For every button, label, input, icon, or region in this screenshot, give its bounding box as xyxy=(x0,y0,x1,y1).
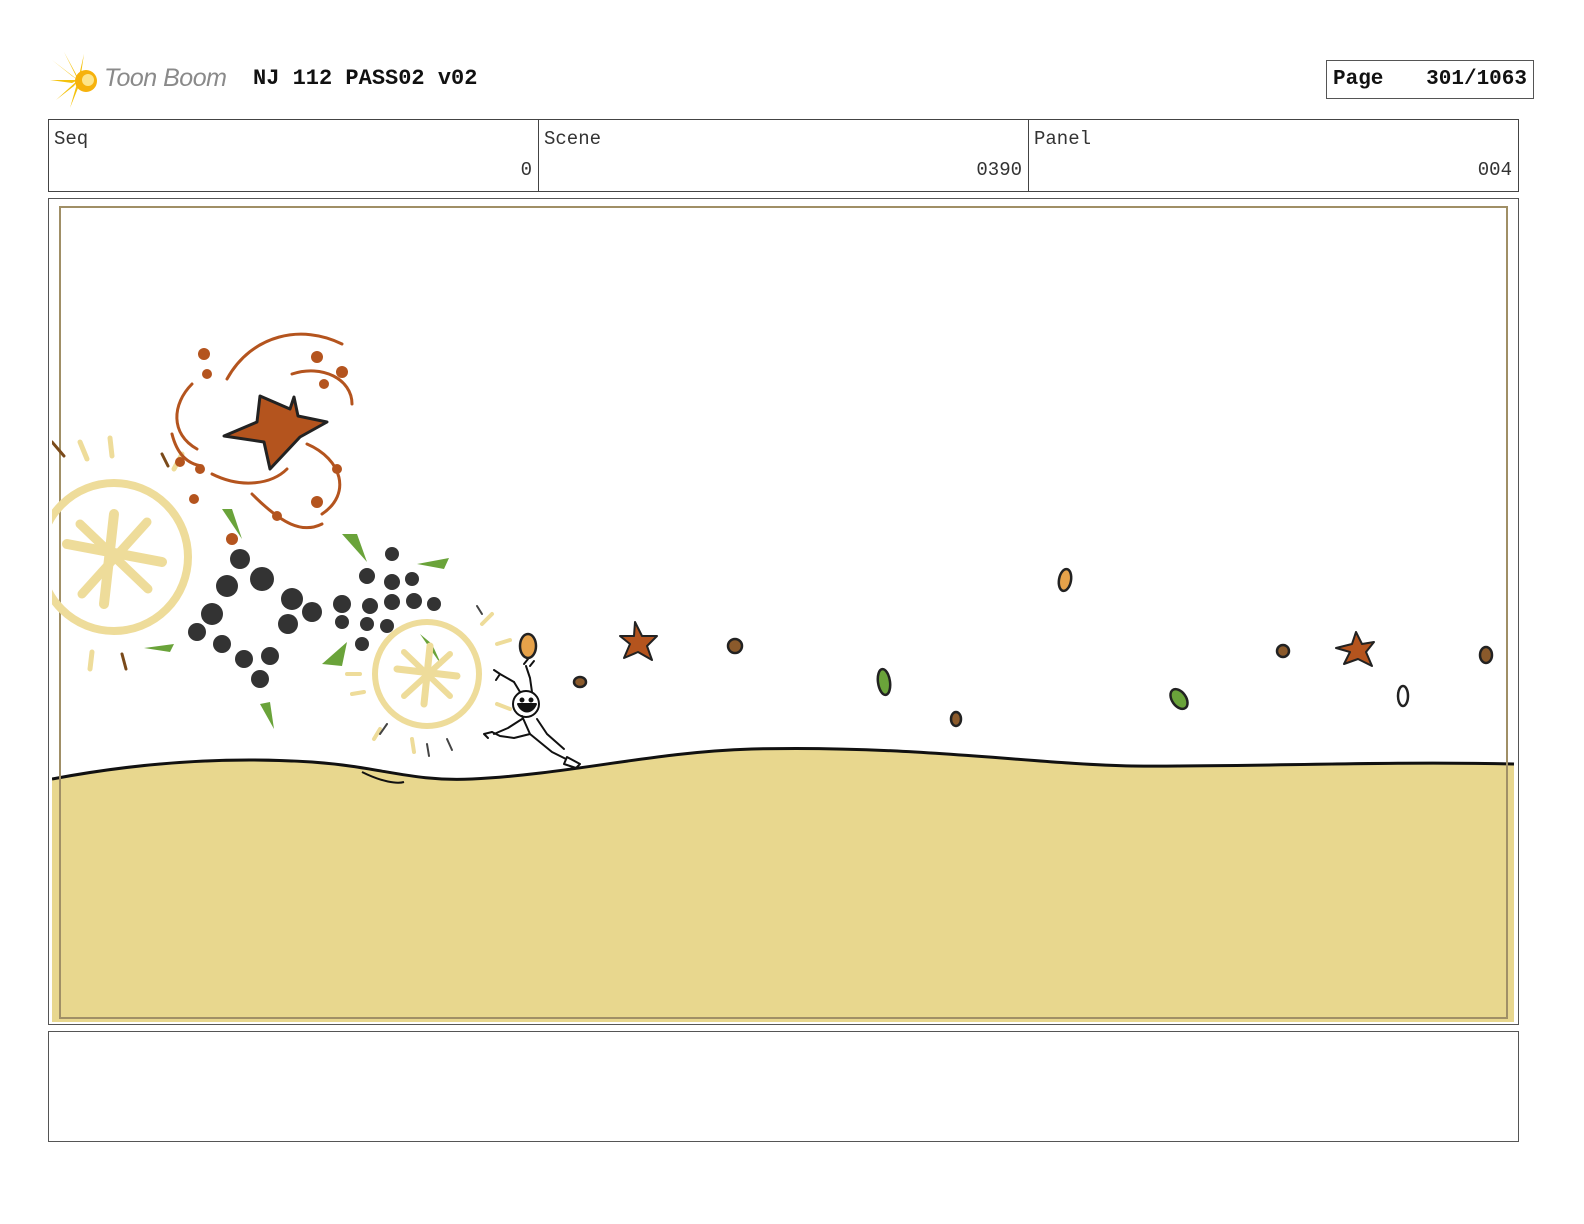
brown-star-large xyxy=(222,394,329,471)
toon-boom-logo: Toon Boom xyxy=(48,50,288,110)
page-counter: Page 301/1063 xyxy=(1326,60,1534,99)
panel-value: 004 xyxy=(1477,159,1512,181)
panel-cell: Panel 004 xyxy=(1029,120,1518,191)
header: Toon Boom NJ 112 PASS02 v02 Page 301/106… xyxy=(48,50,1534,110)
notes-box xyxy=(48,1031,1519,1142)
yellow-burst-large xyxy=(52,435,192,672)
page-value: 301/1063 xyxy=(1426,68,1527,91)
seq-label: Seq xyxy=(54,128,89,150)
storyboard-panel xyxy=(48,198,1519,1025)
panel-label: Panel xyxy=(1034,128,1092,150)
yellow-burst-small xyxy=(345,612,512,754)
brown-star-small xyxy=(619,621,658,661)
running-character xyxy=(483,658,581,769)
panel-drawing xyxy=(52,206,1515,1022)
info-row: Seq 0 Scene 0390 Panel 004 xyxy=(48,119,1519,192)
seq-cell: Seq 0 xyxy=(49,120,539,191)
project-title: NJ 112 PASS02 v02 xyxy=(253,66,478,91)
brown-star-right xyxy=(1335,631,1375,667)
seq-value: 0 xyxy=(520,159,532,181)
sun-burst-icon xyxy=(50,52,97,108)
page-label: Page xyxy=(1333,68,1384,91)
scene-cell: Scene 0390 xyxy=(539,120,1029,191)
sand-ground xyxy=(52,748,1514,1022)
logo-text: Toon Boom xyxy=(104,64,227,92)
scene-value: 0390 xyxy=(976,159,1022,181)
scene-label: Scene xyxy=(544,128,602,150)
